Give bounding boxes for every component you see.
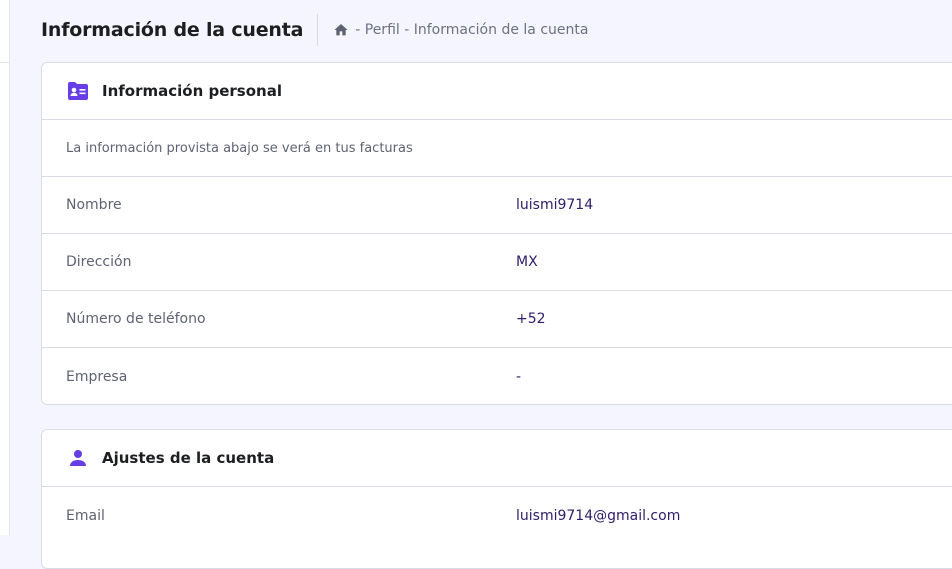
breadcrumb: - Perfil - Información de la cuenta — [333, 22, 588, 38]
contact-card-icon — [66, 79, 90, 103]
table-row: Dirección MX — [42, 234, 952, 291]
table-row: Email luismi9714@gmail.com — [42, 487, 952, 544]
account-settings-card: Ajustes de la cuenta Email luismi9714@gm… — [41, 429, 952, 569]
row-value-name: luismi9714 — [516, 197, 594, 213]
personal-info-title: Información personal — [102, 82, 282, 100]
user-icon — [66, 446, 90, 470]
left-sidebar-edge — [0, 0, 10, 535]
breadcrumb-item-perfil[interactable]: Perfil — [365, 22, 400, 38]
table-row: Nombre luismi9714 — [42, 177, 952, 234]
table-row: Empresa - — [42, 348, 952, 404]
sidebar-divider — [0, 62, 10, 63]
row-value-company: - — [516, 368, 522, 385]
page-title: Información de la cuenta — [41, 19, 304, 41]
row-label-email: Email — [66, 507, 105, 524]
personal-info-card: Información personal La información prov… — [41, 62, 952, 405]
breadcrumb-item-current: Información de la cuenta — [413, 22, 589, 38]
personal-info-note: La información provista abajo se verá en… — [66, 140, 413, 156]
row-value-email: luismi9714@gmail.com — [516, 507, 681, 524]
row-value-phone: +52 — [516, 311, 546, 327]
personal-info-header: Información personal — [42, 63, 952, 120]
row-label-address: Dirección — [66, 254, 132, 270]
row-label-company: Empresa — [66, 368, 128, 385]
breadcrumb-separator: - — [404, 22, 410, 38]
account-settings-title: Ajustes de la cuenta — [102, 449, 275, 467]
personal-info-note-row: La información provista abajo se verá en… — [42, 120, 952, 177]
page-header: Información de la cuenta - Perfil - Info… — [41, 14, 588, 46]
row-value-address: MX — [516, 254, 538, 270]
row-label-name: Nombre — [66, 197, 122, 213]
row-label-phone: Número de teléfono — [66, 311, 206, 327]
table-row: Número de teléfono +52 — [42, 291, 952, 348]
header-divider — [317, 14, 319, 46]
breadcrumb-separator: - — [355, 22, 361, 38]
account-settings-header: Ajustes de la cuenta — [42, 430, 952, 487]
home-icon[interactable] — [333, 22, 349, 38]
